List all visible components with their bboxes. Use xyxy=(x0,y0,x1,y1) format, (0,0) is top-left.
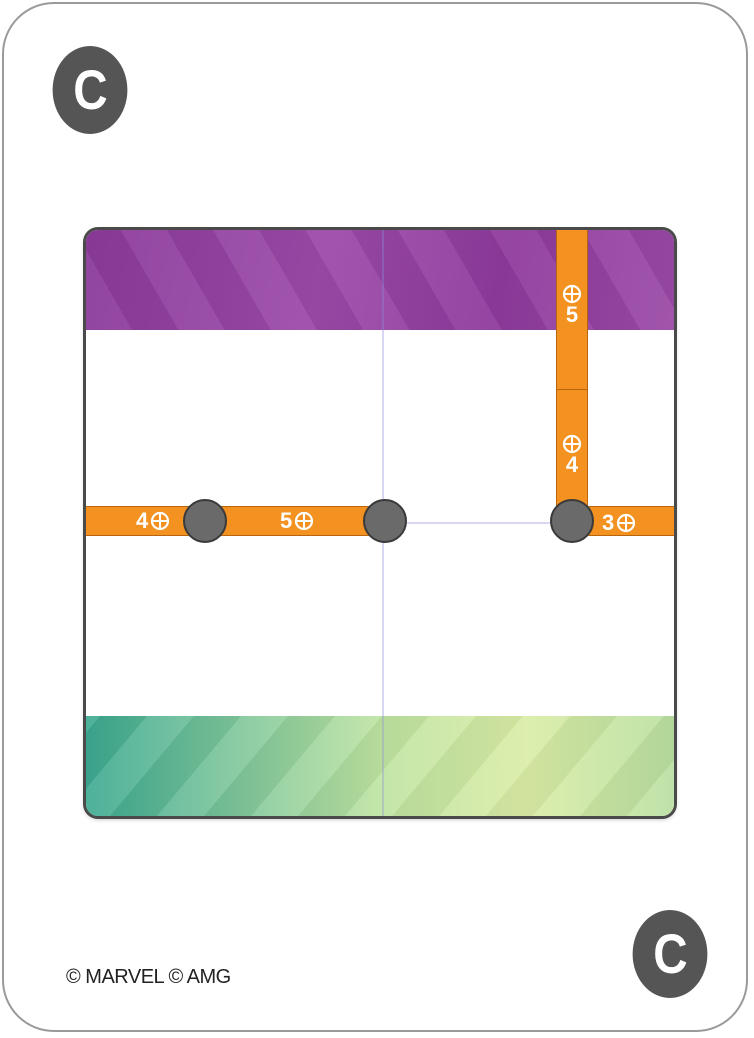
wall-label-right: 3 xyxy=(602,509,636,537)
crosshair-icon xyxy=(617,513,636,533)
wall-value-vertical-bottom: 4 xyxy=(565,452,579,477)
copyright-text: © MARVEL © AMG xyxy=(66,966,231,988)
wall-node-3 xyxy=(550,499,594,543)
card-letter-badge-bottom: C xyxy=(632,910,708,998)
green-zone-band xyxy=(86,716,674,816)
crosshair-icon xyxy=(562,434,582,454)
wall-value-left-a: 4 xyxy=(136,508,149,533)
map-card: C 4 5 3 5 4 © MARVEL © AMG C xyxy=(2,2,748,1032)
crosshair-icon xyxy=(295,511,314,531)
wall-value-left-b: 5 xyxy=(280,508,293,533)
crosshair-icon xyxy=(151,511,170,531)
wall-label-left-a: 4 xyxy=(136,507,170,535)
wall-value-right: 3 xyxy=(602,510,615,535)
crosshair-icon xyxy=(562,284,582,304)
card-letter-badge-top: C xyxy=(52,46,128,134)
wall-node-1 xyxy=(183,499,227,543)
wall-node-2 xyxy=(363,499,407,543)
wall-label-vertical-bottom: 4 xyxy=(560,434,584,476)
wall-label-left-b: 5 xyxy=(280,507,314,535)
grid-line-horizontal xyxy=(382,522,572,524)
wall-left-segment xyxy=(86,506,382,536)
wall-value-vertical-top: 5 xyxy=(565,302,579,327)
wall-label-vertical-top: 5 xyxy=(560,284,584,326)
map-board: 4 5 3 5 4 xyxy=(86,230,674,816)
